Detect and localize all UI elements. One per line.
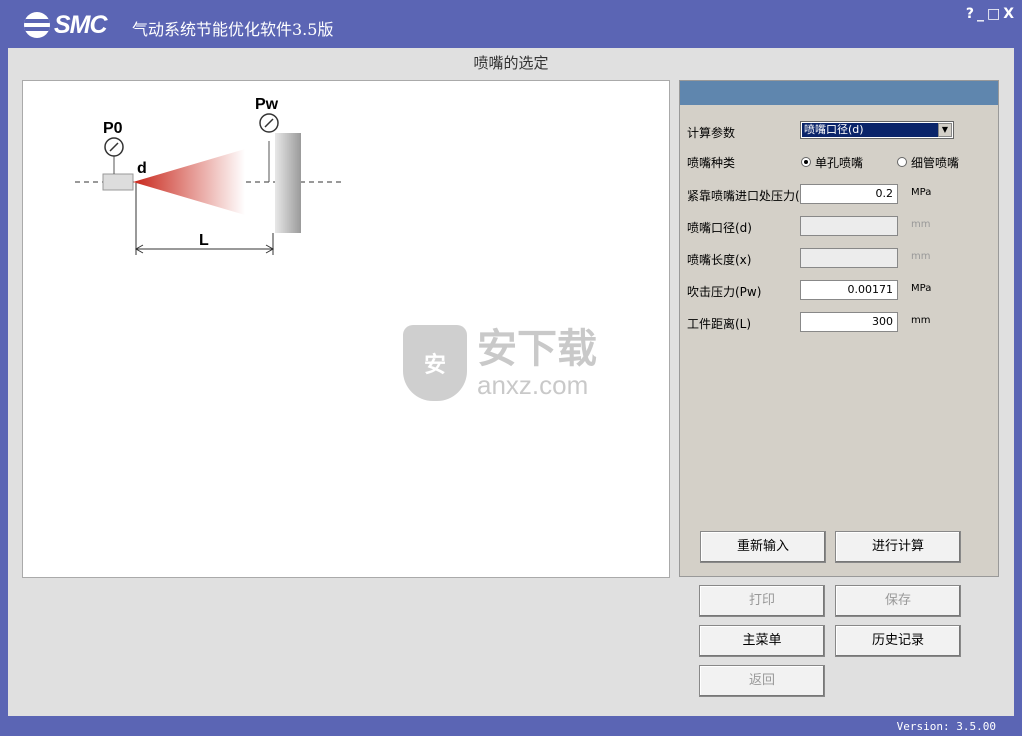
blow-pressure-unit: MPa [911, 283, 932, 294]
blow-pressure-input[interactable]: 0.00171 [800, 280, 898, 300]
length-label: 喷嘴长度(x) [687, 252, 752, 267]
history-button[interactable]: 历史记录 [835, 625, 961, 657]
diameter-label: 喷嘴口径(d) [687, 220, 752, 235]
calc-param-label: 计算参数 [687, 125, 736, 140]
nozzle-type-label: 喷嘴种类 [687, 155, 736, 170]
close-button[interactable]: X [1003, 6, 1014, 22]
panel-header [680, 81, 998, 105]
label-p0: P0 [103, 120, 123, 137]
length-input [800, 248, 898, 268]
diameter-input [800, 216, 898, 236]
workpiece-wall [275, 133, 301, 233]
distance-unit: mm [911, 315, 931, 326]
calc-param-value: 喷嘴口径(d) [802, 123, 938, 137]
radio-dot-icon[interactable] [897, 157, 907, 167]
nozzle-diagram-area: P0 Pw d L 安 安下载 anxz.com [22, 80, 670, 578]
client-area: 喷嘴的选定 P0 Pw d L 安 安下载 anxz.com 计算参数 喷嘴口径… [8, 48, 1014, 716]
title-bar: SMC 气动系统节能优化软件3.5版 ? _ □ X [0, 0, 1022, 48]
back-button[interactable]: 返回 [699, 665, 825, 697]
radio-single-hole[interactable]: 单孔喷嘴 [801, 154, 863, 171]
radio-single-hole-label: 单孔喷嘴 [815, 155, 864, 170]
page-title: 喷嘴的选定 [473, 54, 549, 72]
label-l: L [199, 232, 209, 249]
radio-fine-tube-label: 细管喷嘴 [911, 155, 960, 170]
diameter-unit: mm [911, 219, 931, 230]
watermark-en: anxz.com [477, 370, 589, 400]
radio-dot-icon[interactable] [801, 157, 811, 167]
shield-icon: 安 [403, 325, 467, 401]
window-controls: ? _ □ X [966, 6, 1014, 22]
calc-param-select[interactable]: 喷嘴口径(d) ▼ [800, 121, 954, 139]
main-menu-button[interactable]: 主菜单 [699, 625, 825, 657]
spray-cone [133, 149, 245, 215]
app-title: 气动系统节能优化软件3.5版 [132, 20, 334, 39]
reset-button[interactable]: 重新输入 [700, 531, 826, 563]
nozzle-type-row: 喷嘴种类 单孔喷嘴 细管喷嘴 [687, 151, 987, 173]
save-button[interactable]: 保存 [835, 585, 961, 617]
inlet-pressure-label: 紧靠喷嘴进口处压力( [687, 188, 800, 203]
label-d: d [137, 160, 147, 177]
parameter-panel: 计算参数 喷嘴口径(d) ▼ 喷嘴种类 单孔喷嘴 细管喷嘴 紧靠喷嘴进口处压力(… [679, 80, 999, 577]
print-button[interactable]: 打印 [699, 585, 825, 617]
nozzle-body [102, 173, 134, 191]
length-unit: mm [911, 251, 931, 262]
maximize-button[interactable]: □ [987, 6, 1000, 22]
chevron-down-icon[interactable]: ▼ [938, 123, 952, 137]
distance-input[interactable]: 300 [800, 312, 898, 332]
version-text: Version: 3.5.00 [896, 720, 996, 733]
watermark-cn: 安下载 [477, 326, 597, 372]
label-pw: Pw [255, 96, 279, 113]
blow-pressure-label: 吹击压力(Pw) [687, 284, 762, 299]
radio-fine-tube[interactable]: 细管喷嘴 [897, 154, 959, 171]
distance-label: 工件距离(L) [687, 316, 752, 331]
inlet-pressure-input[interactable]: 0.2 [800, 184, 898, 204]
help-button[interactable]: ? [966, 6, 974, 22]
smc-logo-icon [24, 12, 50, 38]
minimize-button[interactable]: _ [977, 6, 984, 22]
status-bar: Version: 3.5.00 [0, 716, 1022, 736]
calculate-button[interactable]: 进行计算 [835, 531, 961, 563]
watermark-text: 安下载 anxz.com [477, 327, 597, 399]
watermark: 安 安下载 anxz.com [403, 325, 597, 401]
logo-text: SMC [54, 10, 108, 39]
smc-logo: SMC [24, 10, 108, 39]
inlet-pressure-unit: MPa [911, 187, 932, 198]
